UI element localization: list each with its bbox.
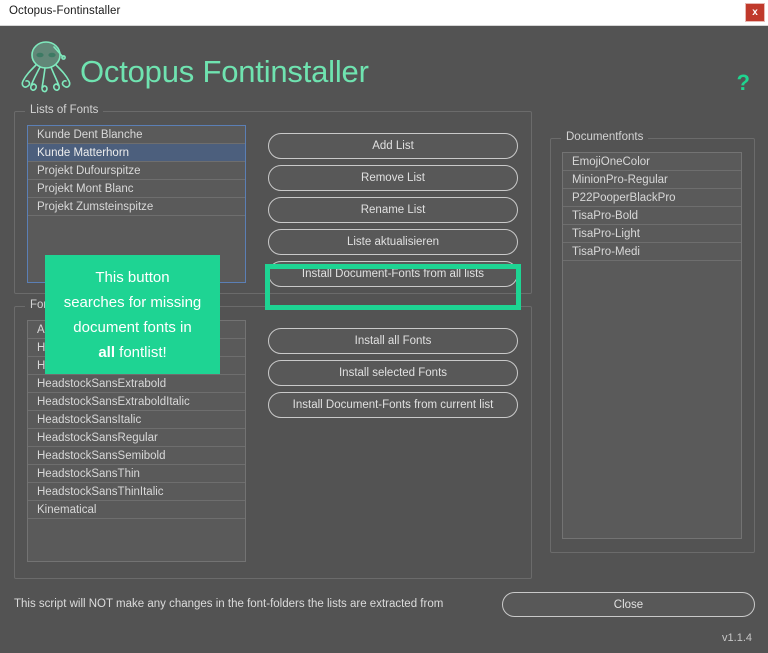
close-x-icon: x [752,6,758,18]
documentfonts-legend: Documentfonts [561,131,649,143]
install-document-fonts-current-list-button[interactable]: Install Document-Fonts from current list [268,392,518,418]
callout-line-4-bold: all [98,344,115,361]
list-item[interactable]: HeadstockSansThin [28,465,245,483]
list-item[interactable]: HeadstockSansSemibold [28,447,245,465]
callout-line-3: document fonts in [73,319,192,336]
footer-note: This script will NOT make any changes in… [14,598,444,610]
main-panel: Octopus Fontinstaller ? Lists of Fonts K… [0,26,768,653]
close-window-button[interactable]: x [745,3,765,22]
update-list-button[interactable]: Liste aktualisieren [268,229,518,255]
list-item[interactable]: HeadstockSansThinItalic [28,483,245,501]
list-item[interactable]: HeadstockSansItalic [28,411,245,429]
install-all-fonts-button[interactable]: Install all Fonts [268,328,518,354]
list-item[interactable]: Projekt Zumsteinspitze [28,198,245,216]
lists-of-fonts-legend: Lists of Fonts [25,104,104,116]
list-item[interactable]: Projekt Dufourspitze [28,162,245,180]
documentfonts-listbox[interactable]: EmojiOneColor MinionPro-Regular P22Poope… [562,152,742,539]
list-item[interactable]: Kinematical [28,501,245,519]
callout-line-4: all fontlist! [45,340,220,365]
list-item[interactable]: TisaPro-Bold [563,207,741,225]
list-item[interactable]: HeadstockSansRegular [28,429,245,447]
list-item[interactable]: Kunde Matterhorn [28,144,245,162]
application-window: Octopus-Fontinstaller x Octopus Fontinst… [0,0,768,653]
help-icon[interactable]: ? [737,70,750,96]
documentfonts-group: Documentfonts EmojiOneColor MinionPro-Re… [550,131,755,553]
callout-line-1: This button [95,269,170,286]
callout-line-4-rest: fontlist! [115,344,167,361]
install-document-fonts-all-lists-button[interactable]: Install Document-Fonts from all lists [268,261,518,287]
octopus-logo-icon [16,35,76,97]
list-item[interactable]: MinionPro-Regular [563,171,741,189]
callout-line-2: searches for missing [63,294,202,311]
list-item[interactable]: HeadstockSansExtraboldItalic [28,393,245,411]
remove-list-button[interactable]: Remove List [268,165,518,191]
list-item[interactable]: Projekt Mont Blanc [28,180,245,198]
add-list-button[interactable]: Add List [268,133,518,159]
list-item[interactable]: P22PooperBlackPro [563,189,741,207]
window-title: Octopus-Fontinstaller [9,5,121,17]
list-item[interactable]: Kunde Dent Blanche [28,126,245,144]
rename-list-button[interactable]: Rename List [268,197,518,223]
title-bar: Octopus-Fontinstaller x [0,0,768,26]
list-item[interactable]: TisaPro-Medi [563,243,741,261]
app-title: Octopus Fontinstaller [80,54,369,89]
version-label: v1.1.4 [722,632,752,644]
app-header: Octopus Fontinstaller ? [0,26,768,104]
list-item[interactable]: EmojiOneColor [563,153,741,171]
list-item[interactable]: HeadstockSansExtrabold [28,375,245,393]
annotation-callout: This button searches for missing documen… [45,255,220,374]
install-selected-fonts-button[interactable]: Install selected Fonts [268,360,518,386]
close-button[interactable]: Close [502,592,755,617]
list-item[interactable]: TisaPro-Light [563,225,741,243]
